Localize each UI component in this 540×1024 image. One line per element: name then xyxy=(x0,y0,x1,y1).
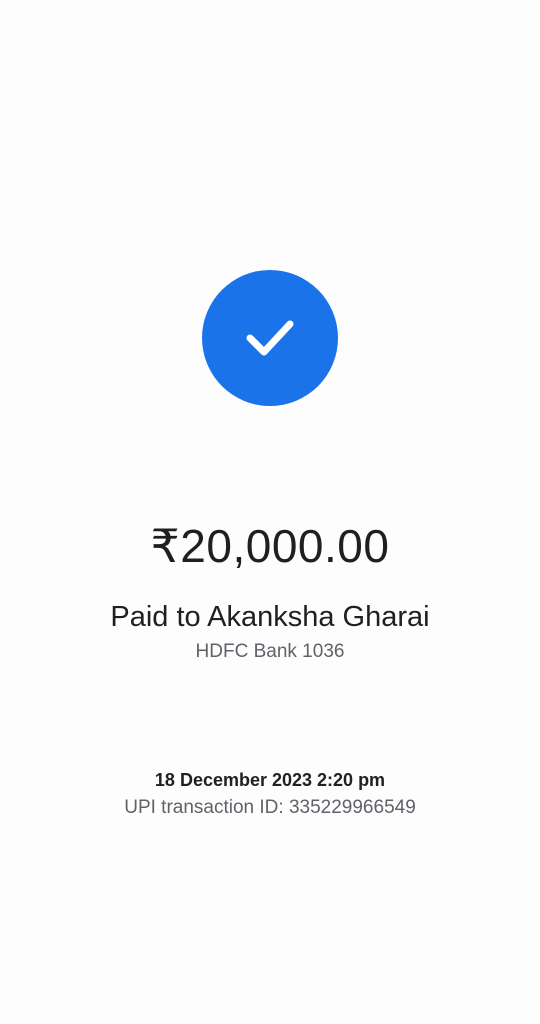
check-icon xyxy=(246,320,294,356)
payment-amount: ₹20,000.00 xyxy=(150,520,390,572)
upi-transaction-id: UPI transaction ID: 335229966549 xyxy=(124,797,416,818)
transaction-datetime: 18 December 2023 2:20 pm xyxy=(154,770,386,790)
success-check-badge xyxy=(202,270,338,406)
bank-account: HDFC Bank 1036 xyxy=(195,641,345,662)
payment-success-screen: ₹20,000.00 Paid to Akanksha Gharai HDFC … xyxy=(0,0,540,1024)
payee-name: Paid to Akanksha Gharai xyxy=(110,601,430,633)
